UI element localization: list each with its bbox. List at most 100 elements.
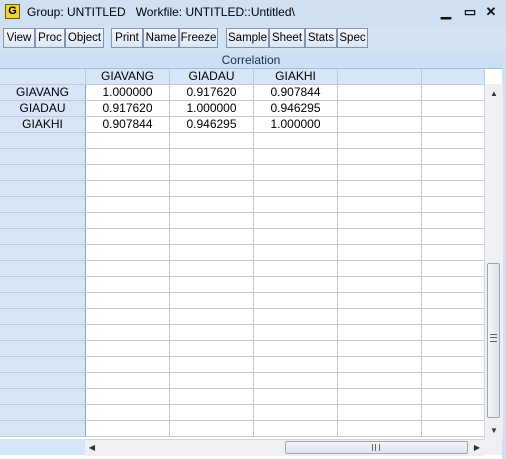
table-cell[interactable]: 0.946295 [254, 101, 338, 117]
vertical-scrollbar[interactable]: ▲ ▼ [484, 84, 503, 439]
table-cell[interactable] [254, 421, 338, 437]
table-cell[interactable] [254, 133, 338, 149]
table-cell[interactable]: 1.000000 [170, 101, 254, 117]
table-cell[interactable] [422, 389, 485, 405]
table-cell[interactable]: 1.000000 [86, 85, 170, 101]
row-header[interactable] [0, 341, 86, 357]
vertical-scroll-thumb[interactable] [487, 263, 500, 418]
table-cell[interactable] [422, 181, 485, 197]
table-cell[interactable] [254, 165, 338, 181]
table-cell[interactable] [422, 165, 485, 181]
table-cell[interactable] [254, 325, 338, 341]
table-cell[interactable] [86, 197, 170, 213]
table-cell[interactable] [422, 101, 485, 117]
table-cell[interactable]: 0.917620 [86, 101, 170, 117]
sheet-button[interactable]: Sheet [269, 28, 305, 48]
column-header[interactable] [422, 69, 485, 85]
table-cell[interactable] [170, 421, 254, 437]
table-cell[interactable] [254, 197, 338, 213]
row-header[interactable] [0, 197, 86, 213]
row-header[interactable] [0, 357, 86, 373]
table-cell[interactable]: 0.946295 [170, 117, 254, 133]
row-header[interactable] [0, 309, 86, 325]
table-cell[interactable] [338, 245, 422, 261]
table-cell[interactable] [422, 357, 485, 373]
table-cell[interactable] [86, 389, 170, 405]
table-cell[interactable] [86, 213, 170, 229]
row-header[interactable] [0, 165, 86, 181]
name-button[interactable]: Name [143, 28, 179, 48]
table-cell[interactable] [338, 117, 422, 133]
table-cell[interactable] [422, 341, 485, 357]
table-cell[interactable] [254, 373, 338, 389]
table-cell[interactable] [422, 213, 485, 229]
table-cell[interactable] [170, 197, 254, 213]
table-cell[interactable] [422, 373, 485, 389]
table-cell[interactable] [422, 197, 485, 213]
scroll-left-arrow-icon[interactable]: ◀ [85, 443, 99, 453]
table-cell[interactable] [86, 293, 170, 309]
row-header[interactable] [0, 229, 86, 245]
table-cell[interactable] [170, 181, 254, 197]
maximize-button[interactable]: ▭ [460, 3, 480, 21]
table-cell[interactable] [86, 309, 170, 325]
table-cell[interactable] [254, 277, 338, 293]
table-cell[interactable] [170, 133, 254, 149]
table-cell[interactable] [254, 245, 338, 261]
row-header[interactable] [0, 421, 86, 437]
object-button[interactable]: Object [65, 28, 104, 48]
table-cell[interactable] [170, 309, 254, 325]
table-cell[interactable] [86, 325, 170, 341]
table-cell[interactable] [338, 133, 422, 149]
table-cell[interactable] [170, 261, 254, 277]
table-cell[interactable] [254, 357, 338, 373]
table-cell[interactable] [422, 149, 485, 165]
row-header[interactable] [0, 149, 86, 165]
table-cell[interactable] [422, 261, 485, 277]
table-cell[interactable] [338, 181, 422, 197]
table-cell[interactable] [170, 293, 254, 309]
table-cell[interactable] [338, 421, 422, 437]
table-cell[interactable] [170, 341, 254, 357]
sample-button[interactable]: Sample [226, 28, 269, 48]
table-cell[interactable] [338, 293, 422, 309]
row-header[interactable] [0, 213, 86, 229]
scroll-down-arrow-icon[interactable]: ▼ [485, 426, 503, 436]
scroll-right-arrow-icon[interactable]: ▶ [470, 443, 484, 453]
table-cell[interactable] [86, 229, 170, 245]
row-header[interactable] [0, 277, 86, 293]
row-header[interactable] [0, 245, 86, 261]
row-header[interactable]: GIADAU [0, 101, 86, 117]
table-cell[interactable] [338, 389, 422, 405]
print-button[interactable]: Print [111, 28, 143, 48]
close-button[interactable]: ✕ [481, 3, 501, 21]
table-cell[interactable] [86, 421, 170, 437]
table-cell[interactable] [170, 213, 254, 229]
table-cell[interactable] [170, 149, 254, 165]
row-header[interactable]: GIAKHI [0, 117, 86, 133]
table-cell[interactable] [422, 325, 485, 341]
table-cell[interactable] [86, 405, 170, 421]
table-cell[interactable] [254, 293, 338, 309]
table-cell[interactable]: 1.000000 [254, 117, 338, 133]
table-cell[interactable] [86, 373, 170, 389]
table-cell[interactable] [170, 389, 254, 405]
table-cell[interactable] [86, 165, 170, 181]
table-cell[interactable] [338, 101, 422, 117]
table-cell[interactable]: 0.917620 [170, 85, 254, 101]
table-cell[interactable] [86, 133, 170, 149]
table-cell[interactable] [422, 229, 485, 245]
column-header[interactable]: GIAVANG [86, 69, 170, 85]
table-cell[interactable] [338, 165, 422, 181]
table-cell[interactable] [170, 165, 254, 181]
table-cell[interactable] [254, 309, 338, 325]
minimize-button[interactable]: ▁ [436, 3, 456, 21]
table-cell[interactable] [170, 229, 254, 245]
table-cell[interactable] [422, 133, 485, 149]
table-cell[interactable] [170, 277, 254, 293]
table-cell[interactable] [422, 293, 485, 309]
row-header[interactable] [0, 405, 86, 421]
table-cell[interactable] [254, 261, 338, 277]
freeze-button[interactable]: Freeze [179, 28, 218, 48]
table-cell[interactable] [254, 405, 338, 421]
